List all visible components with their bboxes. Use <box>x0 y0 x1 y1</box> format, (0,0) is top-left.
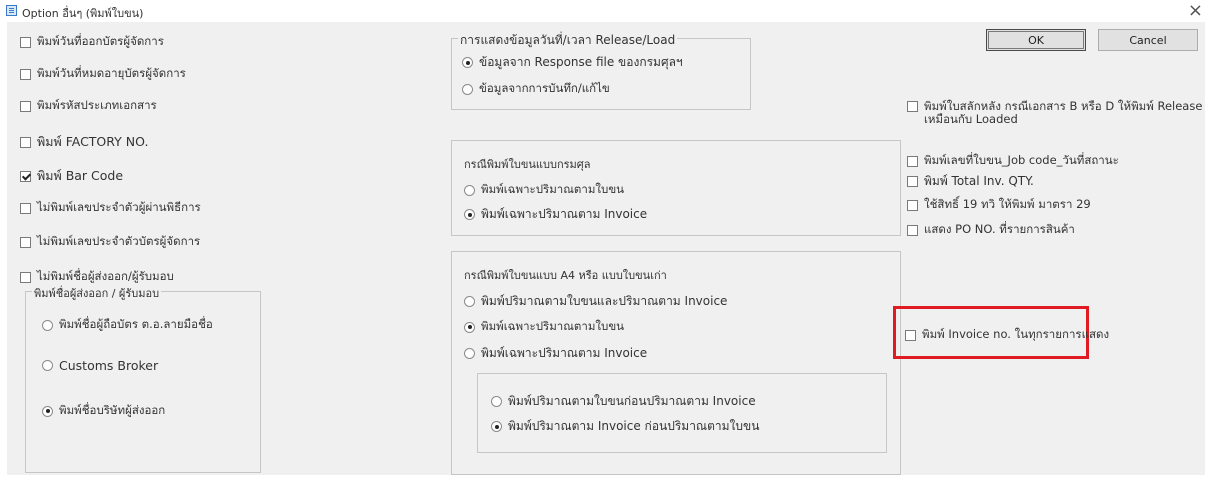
print-order-group: พิมพ์ปริมาณตามใบขนก่อนปริมาณตาม Invoice … <box>477 373 887 453</box>
radio-qty-declaration-only[interactable]: พิมพ์เฉพาะปริมาณตามใบขน <box>464 318 624 336</box>
dialog-body: พิมพ์วันที่ออกบัตรผู้จัดการ พิมพ์วันที่ห… <box>7 22 1205 475</box>
checkbox-print-card-expiry-date[interactable]: พิมพ์วันที่หมดอายุบัตรผู้จัดการ <box>20 65 186 83</box>
checkbox-label: พิมพ์รหัสประเภทเอกสาร <box>37 98 157 112</box>
title-bar: Option อื่นๆ (พิมพ์ใบขน) × <box>0 0 1213 22</box>
checkbox-box[interactable] <box>907 224 918 236</box>
radio-label: พิมพ์เฉพาะปริมาณตาม Invoice <box>481 346 648 360</box>
radio-customs-broker[interactable]: Customs Broker <box>42 358 158 373</box>
radio-button[interactable] <box>464 184 475 196</box>
checkbox-print-invoice-no-all-items[interactable]: พิมพ์ Invoice no. ในทุกรายการแสดง <box>905 326 1109 344</box>
checkbox-print-bar-code[interactable]: พิมพ์ Bar Code <box>20 166 123 186</box>
close-icon[interactable]: × <box>1188 1 1203 21</box>
radio-declaration-first[interactable]: พิมพ์ปริมาณตามใบขนก่อนปริมาณตาม Invoice <box>491 392 756 411</box>
radio-button[interactable] <box>42 319 53 331</box>
checkbox-label: ไม่พิมพ์เลขประจำตัวผู้ผ่านพิธีการ <box>37 200 201 214</box>
checkbox-label: แสดง PO NO. ที่รายการสินค้า <box>924 222 1075 236</box>
cancel-button[interactable]: Cancel <box>1098 29 1198 51</box>
radio-button[interactable] <box>42 360 53 371</box>
radio-label: พิมพ์ชื่อผู้ถือบัตร ต.อ.ลายมือชื่อ <box>59 317 213 331</box>
checkbox-box[interactable] <box>20 170 31 182</box>
checkbox-print-endorsement-release[interactable]: พิมพ์ใบสลักหลัง กรณีเอกสาร B หรือ D ให้พ… <box>907 100 1203 126</box>
radio-button[interactable] <box>462 57 473 68</box>
checkbox-show-po-no[interactable]: แสดง PO NO. ที่รายการสินค้า <box>907 221 1075 239</box>
group-title: การแสดงข้อมูลวันที่/เวลา Release/Load <box>458 31 678 50</box>
checkbox-box[interactable] <box>20 271 31 283</box>
radio-exporter-company[interactable]: พิมพ์ชื่อบริษัทผู้ส่งออก <box>42 402 165 420</box>
radio-button[interactable] <box>464 209 475 220</box>
radio-invoice-first[interactable]: พิมพ์ปริมาณตาม Invoice ก่อนปริมาณตามใบขน <box>491 417 759 436</box>
checkbox-section-19-bis[interactable]: ใช้สิทธิ์ 19 ทวิ ให้พิมพ์ มาตรา 29 <box>907 196 1091 214</box>
checkbox-label: ไม่พิมพ์เลขประจำตัวบัตรผู้จัดการ <box>37 234 201 248</box>
checkbox-box[interactable] <box>20 100 31 112</box>
radio-qty-per-invoice[interactable]: พิมพ์เฉพาะปริมาณตาม Invoice <box>464 205 647 224</box>
customs-form-group: กรณีพิมพ์ใบขนแบบกรมศุล พิมพ์เฉพาะปริมาณต… <box>451 140 901 236</box>
checkbox-label: พิมพ์วันที่ออกบัตรผู้จัดการ <box>37 34 164 48</box>
window-icon <box>6 5 17 16</box>
checkbox-box[interactable] <box>20 136 31 148</box>
checkbox-label: พิมพ์ Total Inv. QTY. <box>924 174 1034 188</box>
radio-label: พิมพ์เฉพาะปริมาณตามใบขน <box>481 319 625 333</box>
checkbox-print-doc-type-code[interactable]: พิมพ์รหัสประเภทเอกสาร <box>20 97 157 115</box>
checkbox-box[interactable] <box>907 155 918 167</box>
exporter-name-group: พิมพ์ชื่อผู้ส่งออก / ผู้รับมอบ พิมพ์ชื่อ… <box>25 284 261 473</box>
checkbox-print-factory-no[interactable]: พิมพ์ FACTORY NO. <box>20 132 148 152</box>
checkbox-no-print-manager-card-id[interactable]: ไม่พิมพ์เลขประจำตัวบัตรผู้จัดการ <box>20 233 200 251</box>
radio-qty-invoice-only[interactable]: พิมพ์เฉพาะปริมาณตาม Invoice <box>464 344 647 363</box>
checkbox-print-decl-no-jobcode[interactable]: พิมพ์เลขที่ใบขน_Job code_วันที่สถานะ <box>907 152 1119 170</box>
checkbox-label: พิมพ์ FACTORY NO. <box>37 134 149 149</box>
radio-label: พิมพ์ปริมาณตาม Invoice ก่อนปริมาณตามใบขน <box>508 419 760 433</box>
radio-label: พิมพ์ชื่อบริษัทผู้ส่งออก <box>59 403 166 417</box>
checkbox-box[interactable] <box>20 236 31 248</box>
checkbox-box[interactable] <box>907 101 918 112</box>
group-title: กรณีพิมพ์ใบขนแบบ A4 หรือ แบบใบขนเก่า <box>464 269 667 282</box>
a4-form-group: กรณีพิมพ์ใบขนแบบ A4 หรือ แบบใบขนเก่า พิม… <box>451 251 901 475</box>
checkbox-box[interactable] <box>20 36 31 48</box>
radio-qty-per-declaration[interactable]: พิมพ์เฉพาะปริมาณตามใบขน <box>464 181 624 199</box>
checkbox-box[interactable] <box>907 199 918 211</box>
radio-button[interactable] <box>42 405 53 417</box>
radio-label: พิมพ์เฉพาะปริมาณตาม Invoice <box>481 207 648 221</box>
radio-label: Customs Broker <box>59 358 159 373</box>
checkbox-no-print-agent-id[interactable]: ไม่พิมพ์เลขประจำตัวผู้ผ่านพิธีการ <box>20 199 201 217</box>
checkbox-box[interactable] <box>907 176 918 187</box>
radio-label: พิมพ์เฉพาะปริมาณตามใบขน <box>481 182 625 196</box>
checkbox-box[interactable] <box>20 68 31 80</box>
group-title: พิมพ์ชื่อผู้ส่งออก / ผู้รับมอบ <box>32 284 162 302</box>
checkbox-label: พิมพ์ Bar Code <box>37 168 124 183</box>
radio-card-holder-name[interactable]: พิมพ์ชื่อผู้ถือบัตร ต.อ.ลายมือชื่อ <box>42 316 213 334</box>
checkbox-print-total-inv-qty[interactable]: พิมพ์ Total Inv. QTY. <box>907 172 1034 191</box>
checkbox-box[interactable] <box>905 329 916 341</box>
radio-label: ข้อมูลจาก Response file ของกรมศุลฯ <box>479 55 683 69</box>
release-load-group: การแสดงข้อมูลวันที่/เวลา Release/Load ข้… <box>451 31 751 110</box>
checkbox-print-card-issue-date[interactable]: พิมพ์วันที่ออกบัตรผู้จัดการ <box>20 33 164 51</box>
checkbox-label: พิมพ์ Invoice no. ในทุกรายการแสดง <box>922 327 1110 341</box>
radio-qty-both[interactable]: พิมพ์ปริมาณตามใบขนและปริมาณตาม Invoice <box>464 292 727 311</box>
radio-button[interactable] <box>462 83 473 95</box>
radio-label: พิมพ์ปริมาณตามใบขนและปริมาณตาม Invoice <box>481 294 728 308</box>
ok-button[interactable]: OK <box>986 29 1086 51</box>
radio-response-file[interactable]: ข้อมูลจาก Response file ของกรมศุลฯ <box>462 53 683 72</box>
radio-button[interactable] <box>464 321 475 333</box>
radio-label: ข้อมูลจากการบันทึก/แก้ไข <box>479 81 610 95</box>
checkbox-label: ใช้สิทธิ์ 19 ทวิ ให้พิมพ์ มาตรา 29 <box>924 197 1091 211</box>
group-title: กรณีพิมพ์ใบขนแบบกรมศุล <box>464 158 591 171</box>
radio-manual-entry[interactable]: ข้อมูลจากการบันทึก/แก้ไข <box>462 80 610 98</box>
radio-button[interactable] <box>464 296 475 307</box>
checkbox-label: พิมพ์เลขที่ใบขน_Job code_วันที่สถานะ <box>924 153 1119 167</box>
checkbox-box[interactable] <box>20 202 31 214</box>
radio-button[interactable] <box>491 396 502 407</box>
checkbox-label: พิมพ์วันที่หมดอายุบัตรผู้จัดการ <box>37 66 186 80</box>
checkbox-label: พิมพ์ใบสลักหลัง กรณีเอกสาร B หรือ D ให้พ… <box>924 99 1203 126</box>
radio-button[interactable] <box>464 348 475 359</box>
radio-label: พิมพ์ปริมาณตามใบขนก่อนปริมาณตาม Invoice <box>508 394 756 408</box>
window-title: Option อื่นๆ (พิมพ์ใบขน) <box>22 7 144 20</box>
radio-button[interactable] <box>491 421 502 432</box>
